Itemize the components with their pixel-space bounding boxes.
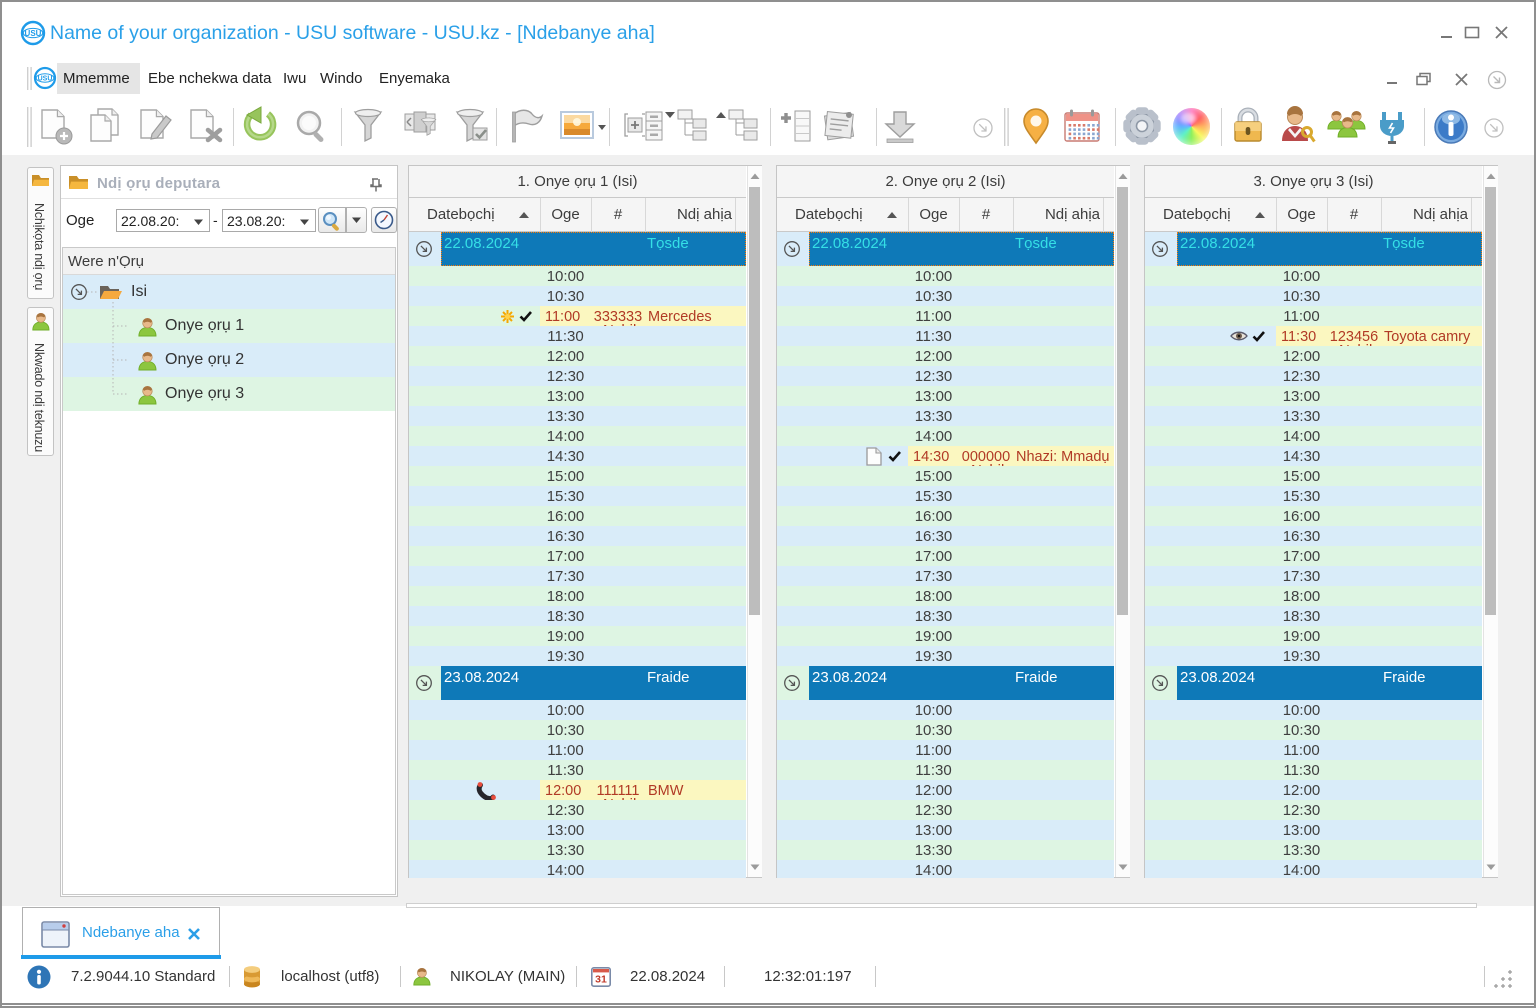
svg-text:31: 31	[595, 974, 607, 986]
svg-text:USU: USU	[25, 29, 42, 38]
svg-text:USU: USU	[38, 76, 53, 83]
